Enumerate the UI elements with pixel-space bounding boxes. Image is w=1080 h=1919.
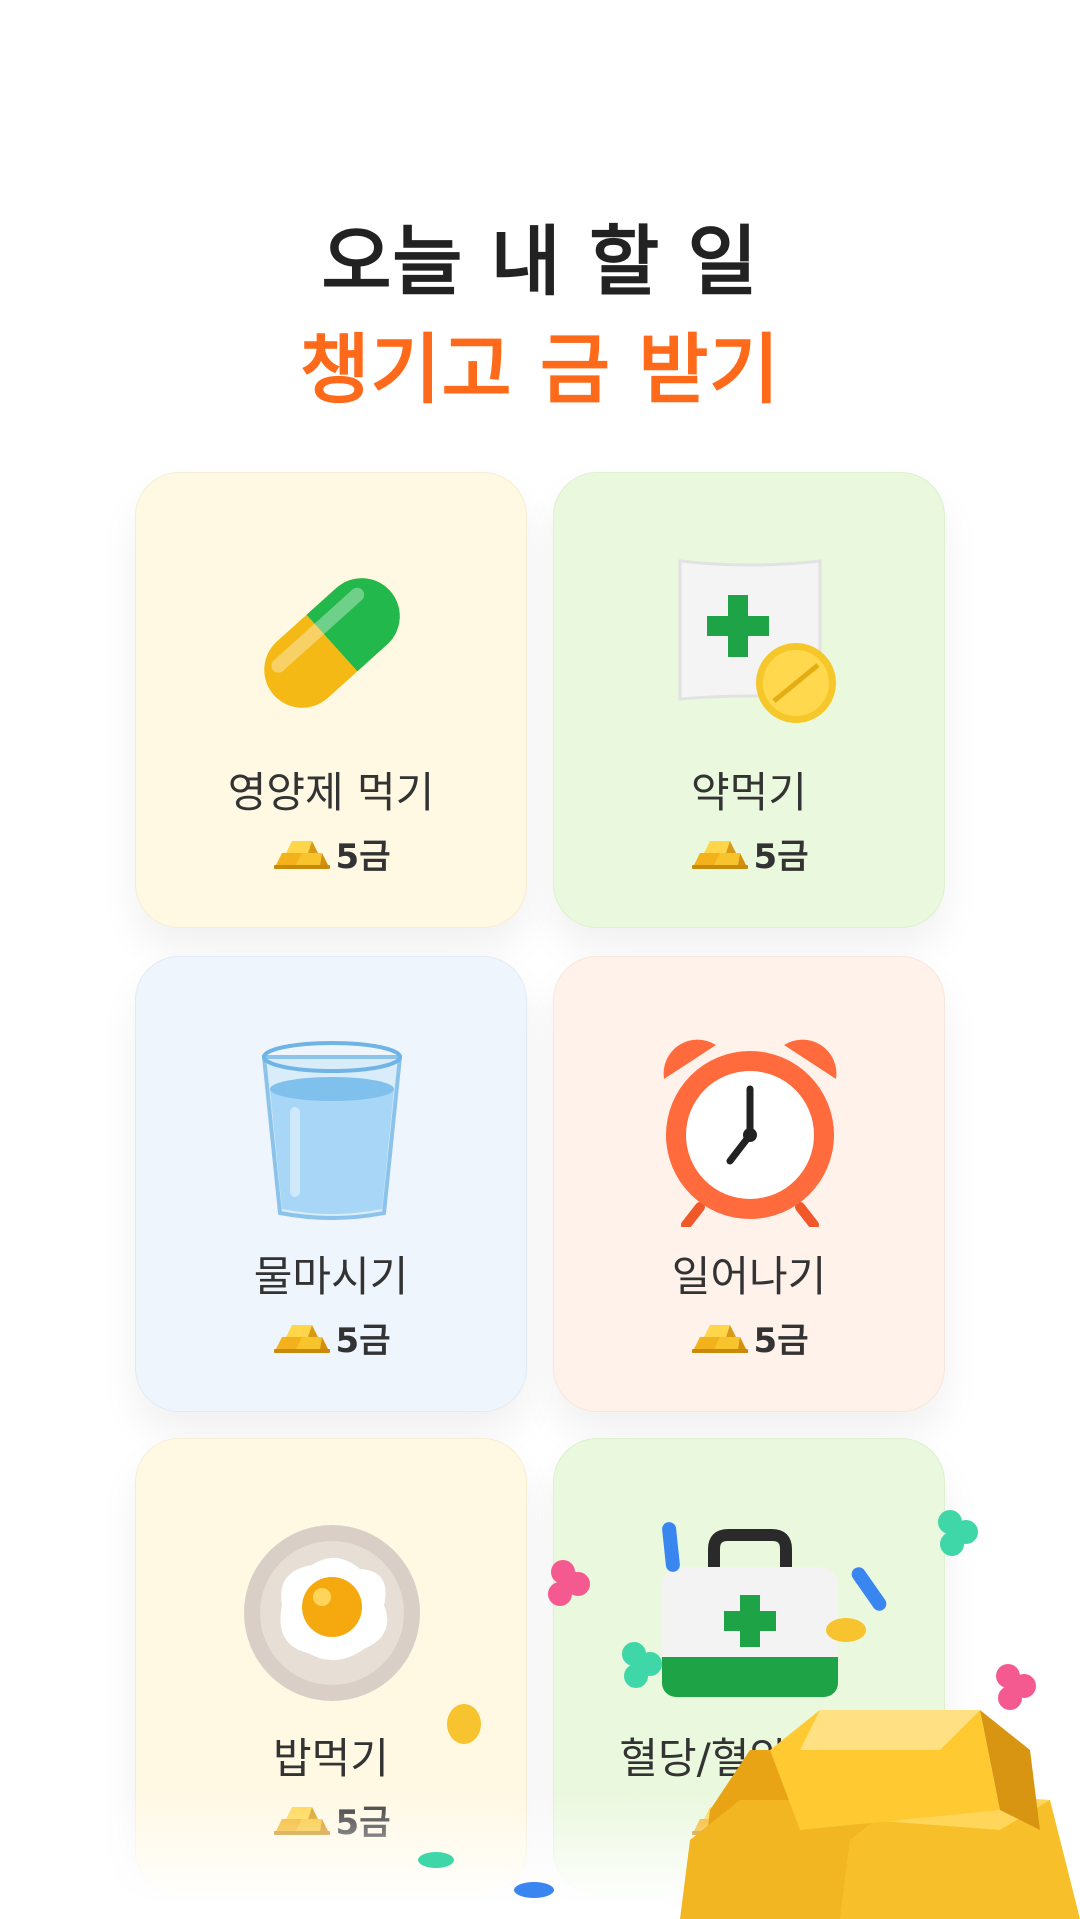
reward-amount: 5금 <box>753 837 809 877</box>
task-reward: 5금 <box>554 829 944 878</box>
headline-line1: 오늘 내 할 일 <box>321 217 759 306</box>
headline-line2: 챙기고 금 받기 <box>299 325 781 414</box>
task-title: 영양제 먹기 <box>227 768 435 817</box>
task-title: 약먹기 <box>691 768 807 817</box>
reward-amount: 5금 <box>335 1321 391 1361</box>
gold-bar-icon <box>690 1319 750 1357</box>
gold-bar-icon <box>272 835 332 873</box>
task-card-medicine[interactable]: 약먹기 5금 <box>553 472 945 928</box>
gold-bars-pile-icon <box>680 1710 1080 1919</box>
first-aid-kit-icon <box>662 1529 838 1697</box>
task-reward: 5금 <box>136 1313 526 1362</box>
gold-bar-icon <box>690 835 750 873</box>
capsule-icon <box>264 578 400 708</box>
task-title: 물마시기 <box>253 1252 409 1301</box>
task-reward: 5금 <box>136 829 526 878</box>
task-reward: 5금 <box>136 1795 526 1844</box>
alarm-clock-icon <box>663 1039 837 1227</box>
task-card-meal[interactable]: 밥먹기 5금 <box>135 1438 527 1894</box>
gold-bar-icon <box>272 1801 332 1839</box>
gold-bar-icon <box>272 1319 332 1357</box>
task-card-water[interactable]: 물마시기 5금 <box>135 956 527 1412</box>
reward-amount: 5금 <box>335 1803 391 1843</box>
task-card-wakeup[interactable]: 일어나기 5금 <box>553 956 945 1412</box>
task-title: 일어나기 <box>671 1252 827 1301</box>
reward-amount: 5금 <box>335 837 391 877</box>
task-title: 밥먹기 <box>273 1734 389 1783</box>
task-card-supplement[interactable]: 영양제 먹기 5금 <box>135 472 527 928</box>
task-reward: 5금 <box>554 1313 944 1362</box>
water-glass-icon <box>261 1041 403 1220</box>
reward-amount: 5금 <box>753 1321 809 1361</box>
medicine-pack-icon <box>678 559 836 723</box>
fried-egg-plate-icon <box>244 1525 420 1701</box>
